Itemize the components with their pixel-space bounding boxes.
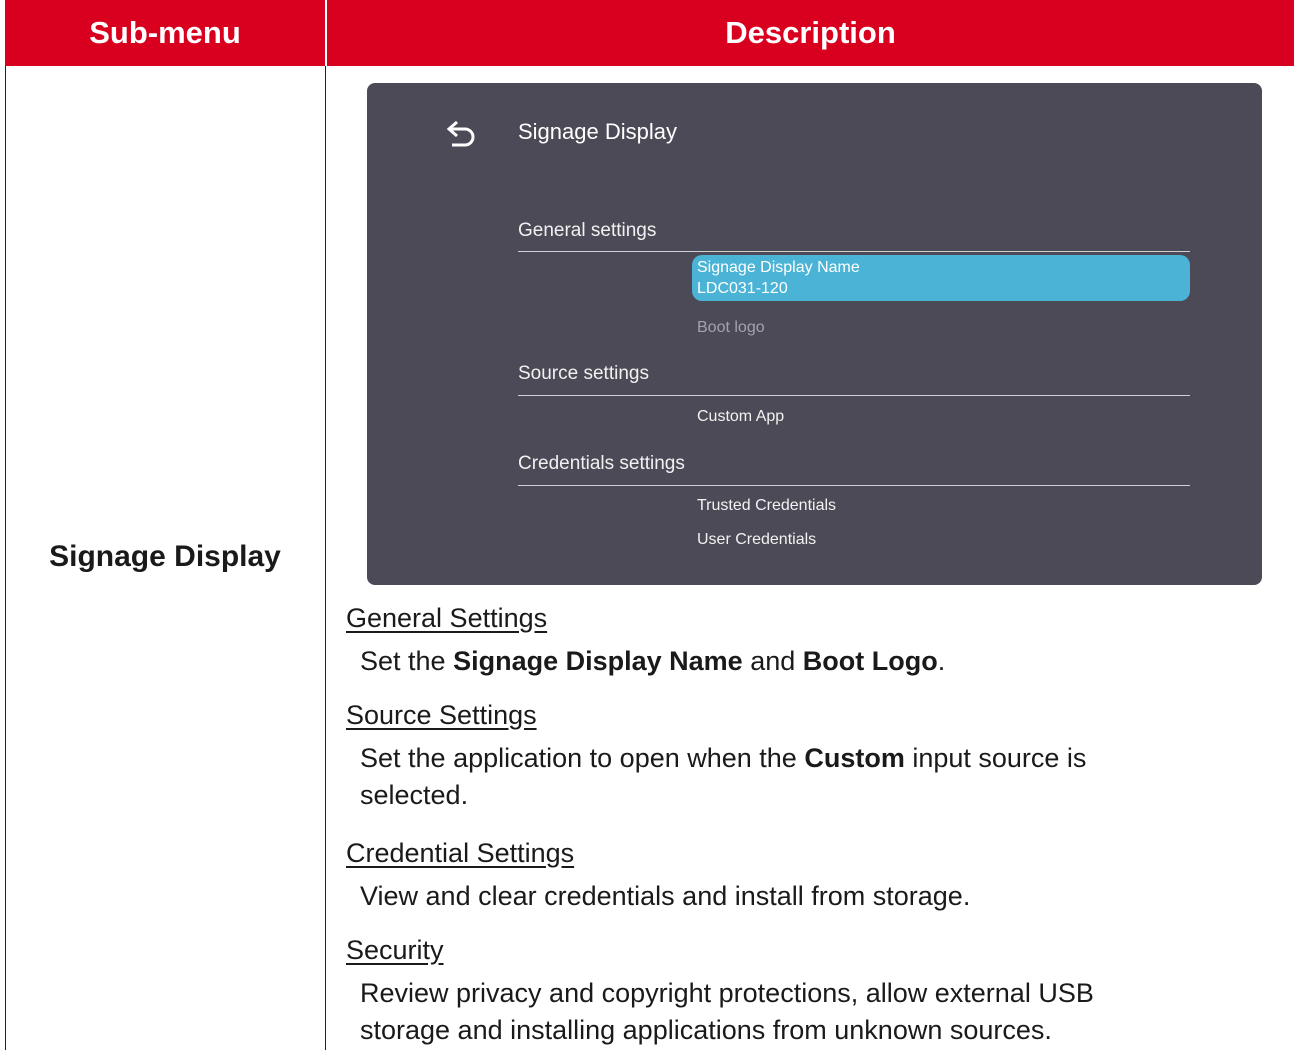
back-arrow-icon[interactable]: [443, 118, 479, 152]
source-settings-text: Set the application to open when the Cus…: [360, 743, 1087, 773]
source-settings-heading: Source Settings: [346, 700, 537, 730]
display-name-label: Signage Display Name: [697, 259, 860, 276]
security-heading: Security: [346, 935, 444, 965]
source-settings-text-2: selected.: [360, 780, 469, 810]
credential-settings-text: View and clear credentials and install f…: [360, 881, 971, 911]
user-credentials-item[interactable]: User Credentials: [697, 531, 816, 549]
section-divider: [518, 395, 1190, 396]
general-settings-heading: General Settings: [346, 603, 548, 633]
custom-app-item[interactable]: Custom App: [697, 408, 784, 426]
col-header-description: Description: [325, 0, 1294, 66]
section-divider: [518, 251, 1190, 252]
trusted-credentials-item[interactable]: Trusted Credentials: [697, 497, 836, 515]
table-header: Sub-menu Description: [5, 0, 1294, 66]
signage-display-screenshot: Signage Display General settings Signage…: [367, 83, 1262, 585]
col-header-submenu: Sub-menu: [89, 15, 241, 50]
section-divider: [518, 485, 1190, 486]
credential-settings-heading: Credential Settings: [346, 838, 575, 868]
signage-display-name-item[interactable]: Signage Display Name LDC031-120: [692, 255, 1190, 301]
section-general-settings: General settings: [518, 220, 657, 241]
section-credentials-settings: Credentials settings: [518, 453, 685, 474]
row-label-signage-display: Signage Display: [49, 540, 281, 573]
security-text-2: storage and installing applications from…: [360, 1015, 1052, 1045]
table-column-divider: [325, 66, 326, 1050]
section-source-settings: Source settings: [518, 363, 649, 384]
screen-title: Signage Display: [518, 119, 677, 144]
display-name-value: LDC031-120: [697, 280, 788, 297]
security-text: Review privacy and copyright protections…: [360, 978, 1094, 1008]
general-settings-text: Set the Signage Display Name and Boot Lo…: [360, 646, 946, 676]
boot-logo-item[interactable]: Boot logo: [697, 319, 765, 337]
